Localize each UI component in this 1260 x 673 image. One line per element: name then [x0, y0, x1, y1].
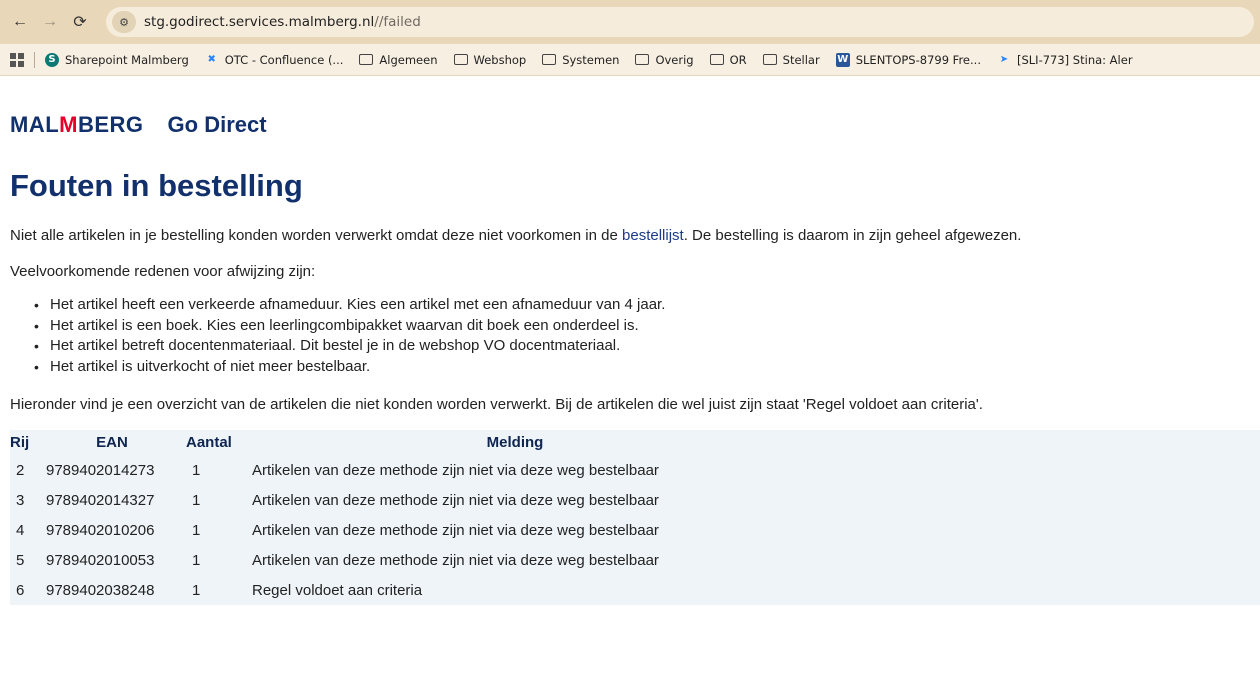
cell-spacer — [786, 545, 1260, 575]
folder-icon — [762, 54, 777, 65]
cell-aantal: 1 — [192, 551, 201, 569]
forward-arrow-icon[interactable]: → — [36, 8, 64, 36]
brand-header: MALMBERG Go Direct — [10, 112, 1260, 138]
reload-icon[interactable]: ⟳ — [66, 8, 94, 36]
bookmark-folder-stellar[interactable]: Stellar — [762, 53, 820, 67]
bookmark-folder-algemeen[interactable]: Algemeen — [359, 53, 438, 67]
cell-melding: Artikelen van deze methode zijn niet via… — [252, 491, 659, 509]
bookmark-folder-systemen[interactable]: Systemen — [542, 53, 619, 67]
malmberg-logo[interactable]: MALMBERG — [10, 112, 144, 138]
browser-toolbar: ← → ⟳ ⚙ stg.godirect.services.malmberg.n… — [0, 0, 1260, 44]
cell-aantal: 1 — [192, 461, 201, 479]
site-settings-icon[interactable]: ⚙ — [112, 11, 136, 33]
confluence-icon: ✖ — [207, 54, 216, 65]
reason-item: Het artikel is uitverkocht of niet meer … — [34, 357, 1260, 378]
cell-melding: Artikelen van deze methode zijn niet via… — [252, 521, 659, 539]
bookmark-confluence[interactable]: ✖ OTC - Confluence (... — [205, 53, 344, 67]
apps-grid-icon[interactable] — [10, 52, 24, 67]
cell-rij: 3 — [16, 491, 25, 509]
address-bar[interactable]: ⚙ stg.godirect.services.malmberg.nl//fai… — [106, 7, 1254, 37]
header-melding: Melding — [486, 434, 544, 451]
table-row: 4 9789402010206 1 Artikelen van deze met… — [10, 515, 1260, 545]
reason-item: Het artikel betreft docentenmateriaal. D… — [34, 336, 1260, 357]
folder-icon — [542, 54, 557, 65]
bookmarks-bar: S Sharepoint Malmberg ✖ OTC - Confluence (… — [0, 44, 1260, 76]
reasons-list: Het artikel heeft een verkeerde afnamedu… — [34, 295, 1260, 377]
cell-aantal: 1 — [192, 581, 201, 599]
cell-ean: 9789402014327 — [46, 491, 155, 509]
folder-icon — [453, 54, 468, 65]
cell-rij: 5 — [16, 551, 25, 569]
bookmark-slentops[interactable]: W SLENTOPS-8799 Fre... — [835, 52, 981, 67]
cell-melding: Regel voldoet aan criteria — [252, 581, 423, 599]
results-table: Rij EAN Aantal Melding 2 9789402014273 1… — [10, 430, 1260, 605]
cell-spacer — [786, 575, 1260, 605]
cell-rij: 4 — [16, 521, 25, 539]
table-row: 2 9789402014273 1 Artikelen van deze met… — [10, 455, 1260, 485]
sharepoint-icon: S — [45, 52, 59, 67]
folder-icon — [709, 54, 724, 65]
cell-ean: 9789402038248 — [46, 581, 155, 599]
table-row: 5 9789402010053 1 Artikelen van deze met… — [10, 545, 1260, 575]
cell-melding: Artikelen van deze methode zijn niet via… — [252, 551, 659, 569]
cell-spacer — [786, 485, 1260, 515]
bookmark-folder-or[interactable]: OR — [709, 53, 747, 67]
folder-icon — [635, 54, 650, 65]
bookmark-sli-773[interactable]: ➤ [SLI-773] Stina: Aler — [997, 53, 1133, 67]
cell-ean: 9789402014273 — [46, 461, 155, 479]
cell-ean: 9789402010053 — [46, 551, 155, 569]
header-ean: EAN — [96, 434, 128, 451]
bestellijst-link[interactable]: bestellijst — [622, 227, 684, 244]
page-content: MALMBERG Go Direct Fouten in bestelling … — [0, 112, 1260, 605]
reasons-label: Veelvoorkomende redenen voor afwijzing z… — [10, 263, 316, 280]
back-arrow-icon[interactable]: ← — [6, 8, 34, 36]
cell-aantal: 1 — [192, 491, 201, 509]
brand-subtitle: Go Direct — [167, 112, 267, 137]
bookmark-folder-overig[interactable]: Overig — [635, 53, 694, 67]
header-spacer — [786, 430, 1260, 455]
bookmarks-divider — [34, 51, 35, 68]
cell-aantal: 1 — [192, 521, 201, 539]
table-header-row: Rij EAN Aantal Melding — [10, 430, 1260, 455]
folder-icon — [359, 54, 374, 65]
reason-item: Het artikel is een boek. Kies een leerli… — [34, 316, 1260, 337]
table-row: 6 9789402038248 1 Regel voldoet aan crit… — [10, 575, 1260, 605]
header-aantal: Aantal — [186, 434, 232, 451]
bookmark-sharepoint[interactable]: S Sharepoint Malmberg — [45, 52, 189, 67]
cell-spacer — [786, 515, 1260, 545]
cell-melding: Artikelen van deze methode zijn niet via… — [252, 461, 659, 479]
reason-item: Het artikel heeft een verkeerde afnamedu… — [34, 295, 1260, 316]
bookmark-folder-webshop[interactable]: Webshop — [453, 53, 526, 67]
cell-spacer — [786, 455, 1260, 485]
cell-rij: 6 — [16, 581, 25, 599]
overview-text: Hieronder vind je een overzicht van de a… — [10, 396, 983, 413]
cell-ean: 9789402010206 — [46, 521, 155, 539]
url-text[interactable]: stg.godirect.services.malmberg.nl//faile… — [144, 14, 421, 30]
page-title: Fouten in bestelling — [10, 168, 303, 203]
intro-text: Niet alle artikelen in je bestelling kon… — [10, 227, 1022, 244]
header-rij: Rij — [10, 434, 30, 451]
jira-icon: ➤ — [999, 54, 1009, 65]
cell-rij: 2 — [16, 461, 25, 479]
word-icon: W — [835, 52, 850, 67]
table-row: 3 9789402014327 1 Artikelen van deze met… — [10, 485, 1260, 515]
